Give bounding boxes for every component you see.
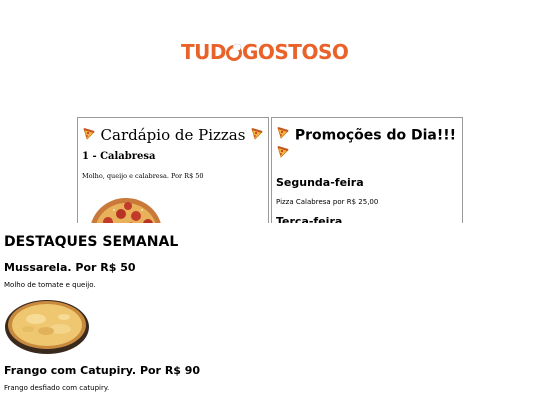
promo-panel: Promoções do Dia!!! Segunda-feira Pizza … [271,117,463,223]
pizza-slice-icon [250,127,264,145]
featured-item-name: Frango com Catupiry. Por R$ 90 [4,364,201,377]
featured-item-desc: Molho de tomate e queijo. [4,281,96,289]
promo-title-text: Promoções do Dia!!! [294,127,457,144]
promo-day-monday: Segunda-feira [276,176,364,189]
featured-item-name: Mussarela. Por R$ 50 [4,261,136,274]
site-logo[interactable]: TUD GOSTOSO [181,40,361,64]
promo-title: Promoções do Dia!!! [276,126,462,164]
promo-day-monday-desc: Pizza Calabresa por R$ 25,00 [276,198,379,206]
frango-catupiry-pizza-image [4,399,90,405]
logo-text-right: GOSTOSO [241,40,349,64]
menu-title-text: Cardápio de Pizzas [100,126,246,144]
chef-hat-icon [224,42,244,62]
logo-text-left: TUD [181,40,226,64]
menu-panel: Cardápio de Pizzas 1 - Calabresa Molho, … [77,117,269,223]
pizza-slice-icon [276,145,290,164]
featured-section: DESTAQUES SEMANAL Mussarela. Por R$ 50 M… [4,234,540,392]
promo-day-tuesday: Terça-feira [276,215,343,223]
menu-item-title: 1 - Calabresa [82,151,156,162]
featured-item-desc: Frango desfiado com catupiry. [4,384,110,392]
mussarela-pizza-image [4,297,90,359]
pizza-slice-icon [276,126,290,145]
menu-title: Cardápio de Pizzas [78,126,268,145]
calabresa-pizza-image [86,192,166,223]
menu-item-desc: Molho, queijo e calabresa. Por R$ 50 [82,172,204,180]
featured-heading: DESTAQUES SEMANAL [4,234,179,250]
pizza-slice-icon [82,127,96,145]
